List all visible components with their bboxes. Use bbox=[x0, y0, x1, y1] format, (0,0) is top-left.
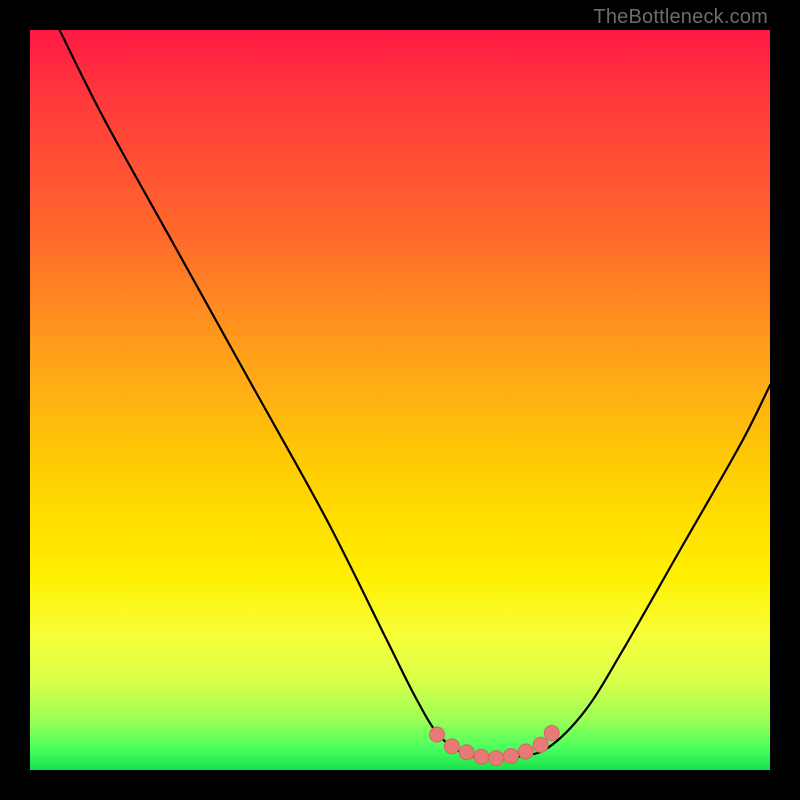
marker-dot bbox=[533, 737, 548, 752]
plot-area bbox=[30, 30, 770, 770]
chart-stage: TheBottleneck.com bbox=[0, 0, 800, 800]
flat-zone-markers bbox=[430, 726, 560, 766]
marker-dot bbox=[444, 739, 459, 754]
curve-layer bbox=[30, 30, 770, 770]
marker-dot bbox=[544, 726, 559, 741]
marker-dot bbox=[504, 748, 519, 763]
marker-dot bbox=[489, 751, 504, 766]
marker-dot bbox=[518, 744, 533, 759]
bottleneck-curve bbox=[60, 30, 770, 759]
marker-dot bbox=[474, 749, 489, 764]
watermark-text: TheBottleneck.com bbox=[593, 6, 768, 29]
marker-dot bbox=[459, 745, 474, 760]
marker-dot bbox=[430, 727, 445, 742]
